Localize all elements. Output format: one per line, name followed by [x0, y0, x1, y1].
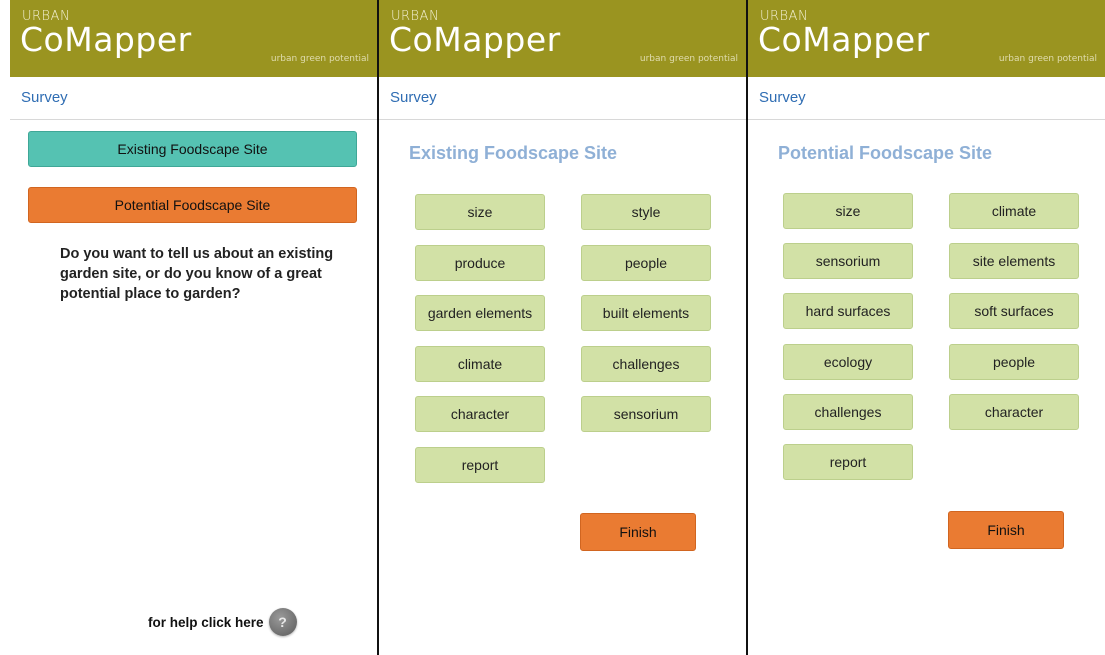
- category-button[interactable]: size: [783, 193, 913, 229]
- category-button[interactable]: climate: [949, 193, 1079, 229]
- site-question-text: Do you want to tell us about an existing…: [60, 246, 334, 302]
- category-button[interactable]: report: [783, 444, 913, 480]
- brand-logo: CoMapper: [20, 20, 192, 59]
- page-title: Potential Foodscape Site: [778, 143, 993, 163]
- screen-choose-site-type: URBAN CoMapper urban green potential Sur…: [10, 0, 377, 655]
- brand-logo: CoMapper: [758, 20, 930, 59]
- category-button[interactable]: site elements: [949, 243, 1079, 280]
- category-button[interactable]: ecology: [783, 343, 913, 380]
- category-button[interactable]: character: [949, 393, 1079, 430]
- category-button[interactable]: character: [415, 396, 545, 432]
- screen-potential-site: URBAN CoMapper urban green potential Sur…: [748, 0, 1105, 655]
- logo-rest: Mapper: [64, 20, 192, 59]
- finish-button[interactable]: Finish: [580, 513, 696, 551]
- survey-link[interactable]: Survey: [759, 89, 806, 106]
- brand-logo: CoMapper: [389, 20, 561, 59]
- survey-link[interactable]: Survey: [390, 89, 437, 106]
- nav-bar: Survey: [748, 77, 1105, 120]
- existing-site-button[interactable]: Existing Foodscape Site: [28, 131, 357, 167]
- page-title: Existing Foodscape Site: [409, 143, 618, 163]
- category-button[interactable]: garden elements: [415, 295, 545, 331]
- category-button[interactable]: challenges: [581, 345, 711, 382]
- brand-header: URBAN CoMapper urban green potential: [10, 0, 377, 77]
- survey-link[interactable]: Survey: [21, 89, 68, 106]
- brand-tagline: urban green potential: [998, 54, 1097, 64]
- logo-rest: Mapper: [433, 20, 561, 59]
- help-text: for help click here: [148, 614, 264, 630]
- category-button[interactable]: sensorium: [581, 396, 711, 432]
- logo-prefix: Co: [758, 20, 803, 59]
- brand-tagline: urban green potential: [639, 54, 738, 64]
- logo-prefix: Co: [389, 20, 434, 59]
- nav-bar: Survey: [10, 77, 377, 120]
- category-button[interactable]: hard surfaces: [783, 293, 913, 330]
- category-button[interactable]: report: [415, 446, 545, 483]
- brand-header: URBAN CoMapper urban green potential: [379, 0, 746, 77]
- screen-existing-site: URBAN CoMapper urban green potential Sur…: [379, 0, 746, 655]
- finish-button[interactable]: Finish: [948, 511, 1064, 549]
- category-button[interactable]: soft surfaces: [949, 293, 1079, 330]
- category-button[interactable]: produce: [415, 244, 545, 281]
- category-button[interactable]: size: [415, 194, 545, 230]
- brand-header: URBAN CoMapper urban green potential: [748, 0, 1105, 77]
- logo-prefix: Co: [20, 20, 65, 59]
- nav-bar: Survey: [379, 77, 746, 120]
- screens: URBAN CoMapper urban green potential Sur…: [0, 0, 1105, 655]
- category-button[interactable]: challenges: [783, 393, 913, 430]
- category-button[interactable]: style: [581, 194, 711, 230]
- category-button[interactable]: sensorium: [783, 243, 913, 280]
- logo-rest: Mapper: [802, 20, 930, 59]
- potential-site-button[interactable]: Potential Foodscape Site: [28, 187, 357, 223]
- help-question-icon[interactable]: ?: [268, 608, 297, 636]
- category-button[interactable]: climate: [415, 345, 545, 382]
- brand-tagline: urban green potential: [270, 54, 369, 64]
- category-button[interactable]: people: [581, 244, 711, 281]
- help-link[interactable]: for help click here ?: [148, 608, 297, 636]
- category-button[interactable]: people: [949, 343, 1079, 380]
- category-button[interactable]: built elements: [581, 295, 711, 331]
